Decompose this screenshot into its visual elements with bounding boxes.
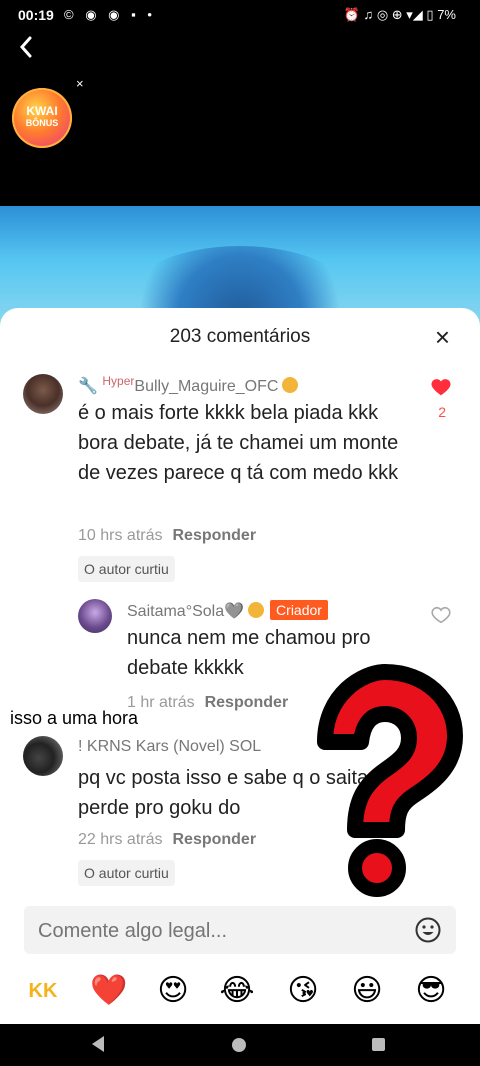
author-liked-chip: O autor curtiu [78, 860, 175, 886]
comment-username[interactable]: 🔧 HyperBully_Maguire_OFC [78, 374, 299, 396]
comment-meta: 1 hr atrás Responder [127, 694, 288, 712]
laughing-emoji-button[interactable]: 😂 [218, 972, 256, 1010]
kwai-label: KWAI [26, 104, 58, 118]
chevron-left-icon [19, 36, 32, 58]
nav-back-icon[interactable] [92, 1036, 104, 1052]
sunglasses-emoji-button[interactable]: 😎 [412, 972, 450, 1010]
like-count: 2 [438, 404, 446, 420]
username-prefix: 🔧 [78, 378, 103, 395]
status-right: ⏰ ♫ ◎ ⊕ ▾◢ ▯ 7% [344, 7, 456, 23]
verified-badge-icon [282, 377, 299, 393]
smile-emoji-button[interactable]: 😃 [348, 972, 386, 1010]
heart-outline-icon[interactable] [430, 604, 452, 626]
overlay-caption: isso a uma hora [8, 708, 141, 729]
comment-time: 10 hrs atrás [78, 527, 163, 544]
avatar[interactable] [78, 599, 112, 633]
comments-count-title: 203 comentários [169, 326, 311, 347]
kiss-emoji-button[interactable]: 😘 [284, 972, 322, 1010]
comment-meta: 10 hrs atrás Responder [78, 527, 256, 545]
back-button[interactable] [14, 32, 40, 62]
emoji-picker-icon[interactable] [414, 916, 442, 944]
comment-username[interactable]: Saitama°Sola🩶 Criador [127, 600, 328, 621]
comment-meta: 22 hrs atrás Responder [78, 831, 256, 849]
kwai-bonus-badge[interactable]: KWAI BÔNUS [12, 88, 72, 148]
comment-username[interactable]: ! KRNS Kars (Novel) SOL [78, 738, 261, 756]
kwai-close-icon[interactable]: × [76, 76, 84, 91]
username-text: Saitama°Sola🩶 [127, 603, 245, 620]
quick-emoji-row: KK ❤️ 😍 😂 😘 😃 😎 [0, 972, 480, 1012]
system-icons: ⏰ ♫ ◎ ⊕ ▾◢ ▯ [343, 7, 434, 22]
close-icon[interactable]: × [435, 322, 450, 353]
question-mark-icon [317, 664, 463, 897]
kk-emoji-button[interactable]: KK [24, 972, 62, 1010]
battery-text: 7% [437, 7, 456, 22]
username-super: Hyper [102, 374, 135, 388]
reply-button[interactable]: Responder [205, 694, 289, 711]
comment-input[interactable] [36, 914, 400, 948]
heart-eyes-emoji-button[interactable]: 😍 [154, 972, 192, 1010]
status-time: 00:19 [18, 7, 54, 23]
heart-filled-icon[interactable] [430, 376, 452, 398]
creator-badge: Criador [270, 600, 328, 620]
username-text: Bully_Maguire_OFC [134, 378, 279, 395]
avatar[interactable] [23, 374, 63, 414]
nav-recents-icon[interactable] [372, 1038, 385, 1051]
bonus-label: BÔNUS [25, 118, 59, 128]
nav-home-icon[interactable] [232, 1038, 246, 1052]
author-liked-chip: O autor curtiu [78, 556, 175, 582]
avatar[interactable] [23, 736, 63, 776]
notification-icons: © ◉ ◉ ▪ • [64, 7, 156, 22]
comment-time: 22 hrs atrás [78, 831, 163, 848]
reply-button[interactable]: Responder [172, 527, 256, 544]
heart-emoji-button[interactable]: ❤️ [90, 972, 128, 1010]
status-bar: 00:19 © ◉ ◉ ▪ • ⏰ ♫ ◎ ⊕ ▾◢ ▯ 7% [0, 0, 480, 30]
system-nav-bar [0, 1024, 480, 1066]
reply-button[interactable]: Responder [172, 831, 256, 848]
verified-badge-icon [248, 602, 265, 618]
comment-text: é o mais forte kkkk bela piada kkk bora … [78, 402, 399, 484]
comment-input-box[interactable] [24, 906, 456, 954]
